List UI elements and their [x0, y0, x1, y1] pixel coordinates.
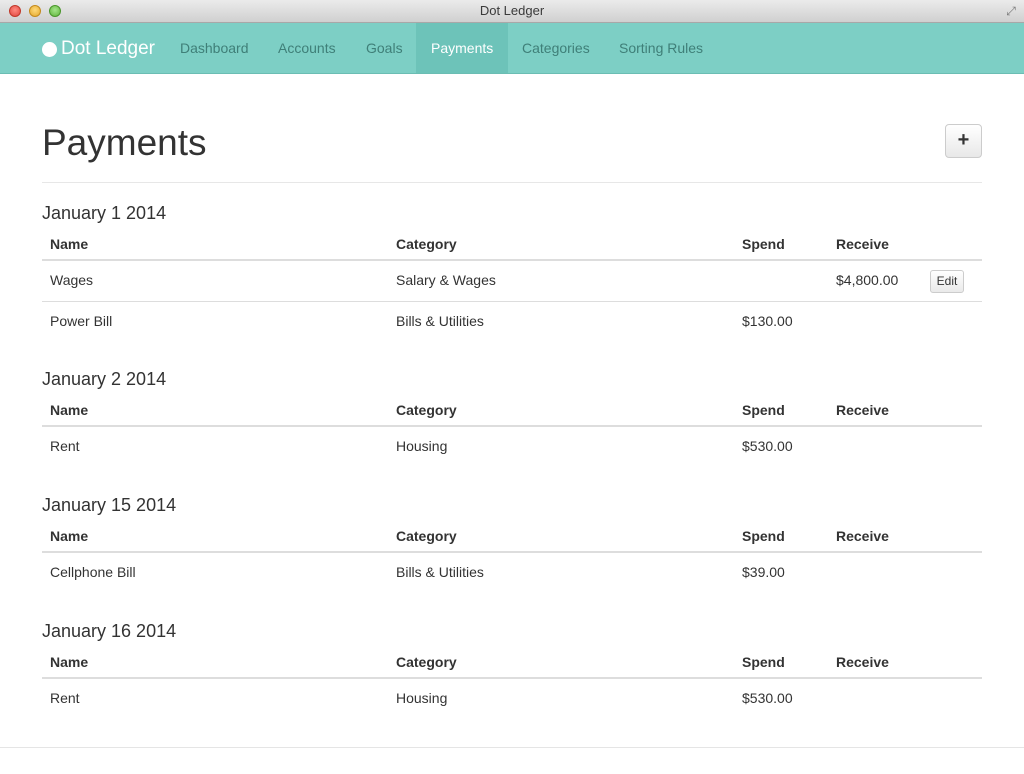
group-date: January 1 2014 — [42, 203, 167, 223]
table-row: Power Bill Bills & Utilities $130.00 — [42, 301, 982, 341]
payment-spend: $130.00 — [742, 313, 793, 329]
payment-group: January 1 2014 Name Category Spend Recei… — [42, 201, 982, 341]
table-header: Name Category Spend Receive — [42, 517, 982, 553]
column-header-spend: Spend — [742, 528, 785, 544]
nav-item-categories[interactable]: Categories — [522, 23, 590, 73]
payment-name: Rent — [50, 690, 80, 706]
nav-item-accounts[interactable]: Accounts — [278, 23, 336, 73]
column-header-name: Name — [50, 236, 89, 252]
nav-item-dashboard[interactable]: Dashboard — [180, 23, 249, 73]
group-date: January 15 2014 — [42, 495, 177, 515]
table-header: Name Category Spend Receive — [42, 391, 982, 427]
payment-category: Bills & Utilities — [396, 564, 484, 580]
fullscreen-icon[interactable]: ⤢ — [1004, 4, 1018, 18]
table-row: Rent Housing $530.00 — [42, 679, 982, 719]
payment-name: Rent — [50, 438, 80, 454]
brand-link[interactable]: Dot Ledger — [42, 37, 155, 61]
payment-spend: $39.00 — [742, 564, 785, 580]
payment-name: Wages — [50, 272, 94, 288]
window-titlebar: Dot Ledger ⤢ — [0, 0, 1024, 23]
header-divider — [42, 182, 982, 183]
column-header-category: Category — [396, 654, 457, 670]
payment-group: January 2 2014 Name Category Spend Recei… — [42, 367, 982, 467]
nav-item-sorting-rules[interactable]: Sorting Rules — [619, 23, 703, 73]
column-header-name: Name — [50, 528, 89, 544]
payment-spend: $530.00 — [742, 438, 793, 454]
table-row: Cellphone Bill Bills & Utilities $39.00 — [42, 553, 982, 593]
column-header-spend: Spend — [742, 654, 785, 670]
column-header-name: Name — [50, 402, 89, 418]
payment-receive: $4,800.00 — [836, 272, 899, 288]
payment-name: Cellphone Bill — [50, 564, 136, 580]
column-header-spend: Spend — [742, 402, 785, 418]
window-title: Dot Ledger — [479, 3, 545, 18]
payment-category: Housing — [396, 690, 448, 706]
column-header-receive: Receive — [836, 402, 889, 418]
nav-item-payments[interactable]: Payments — [416, 23, 509, 73]
column-header-spend: Spend — [742, 236, 785, 252]
brand-dot-icon — [42, 41, 57, 57]
group-date: January 16 2014 — [42, 621, 177, 641]
brand-label: Dot Ledger — [61, 38, 156, 59]
column-header-category: Category — [396, 528, 457, 544]
table-row: Wages Salary & Wages $4,800.00 Edit — [42, 261, 982, 301]
column-header-receive: Receive — [836, 654, 889, 670]
navbar: Dot Ledger Dashboard Accounts Goals Paym… — [0, 23, 1024, 74]
table-header: Name Category Spend Receive — [42, 643, 982, 679]
payment-category: Housing — [396, 438, 448, 454]
payment-category: Salary & Wages — [396, 272, 496, 288]
table-row: Rent Housing $530.00 — [42, 427, 982, 467]
payment-name: Power Bill — [50, 313, 113, 329]
footer-divider — [0, 747, 1024, 748]
group-date: January 2 2014 — [42, 369, 167, 389]
payment-group: January 16 2014 Name Category Spend Rece… — [42, 619, 982, 719]
payment-spend: $530.00 — [742, 690, 793, 706]
column-header-name: Name — [50, 654, 89, 670]
edit-button[interactable]: Edit — [930, 270, 964, 293]
column-header-category: Category — [396, 402, 457, 418]
column-header-receive: Receive — [836, 236, 889, 252]
column-header-receive: Receive — [836, 528, 889, 544]
nav-item-goals[interactable]: Goals — [366, 23, 403, 73]
add-payment-button[interactable]: + — [945, 124, 982, 158]
payment-group: January 15 2014 Name Category Spend Rece… — [42, 493, 982, 593]
table-header: Name Category Spend Receive — [42, 225, 982, 261]
column-header-category: Category — [396, 236, 457, 252]
page-title: Payments — [42, 122, 207, 163]
payment-category: Bills & Utilities — [396, 313, 484, 329]
